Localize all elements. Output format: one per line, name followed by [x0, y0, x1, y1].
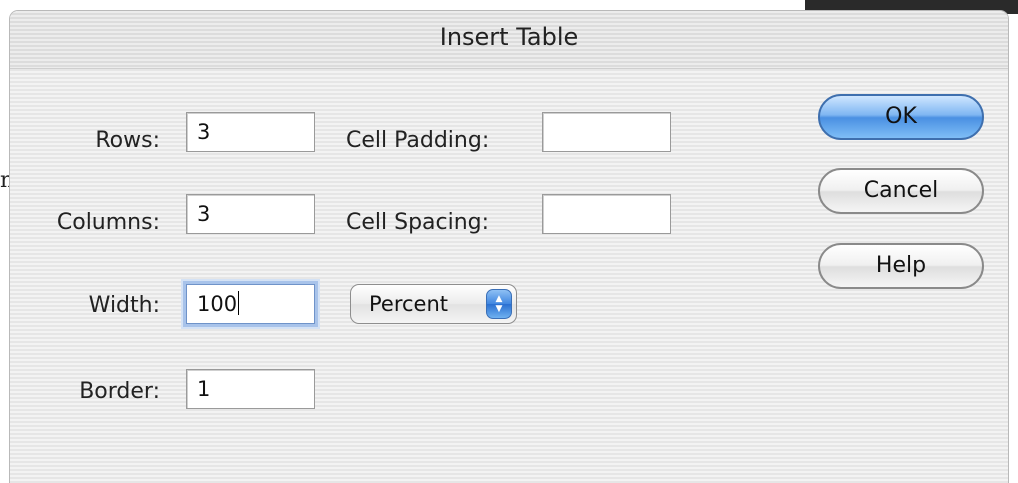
text-caret — [238, 291, 240, 315]
width-input-value: 100 — [197, 292, 238, 316]
rows-input[interactable]: 3 — [186, 112, 315, 152]
width-input[interactable]: 100 — [186, 284, 315, 324]
border-input[interactable]: 1 — [186, 369, 315, 409]
cell-padding-label: Cell Padding: — [346, 128, 490, 153]
dialog-titlebar[interactable]: Insert Table — [10, 11, 1008, 69]
ok-button[interactable]: OK — [818, 94, 984, 140]
dialog-title: Insert Table — [439, 23, 579, 51]
cancel-button[interactable]: Cancel — [818, 168, 984, 214]
columns-label: Columns: — [56, 210, 160, 235]
rows-label: Rows: — [95, 128, 160, 153]
cell-spacing-label: Cell Spacing: — [346, 210, 490, 235]
width-unit-select[interactable]: Percent ▲ ▼ — [350, 284, 517, 324]
cell-padding-input[interactable] — [542, 112, 671, 152]
insert-table-dialog: Insert Table Rows: Columns: Width: Borde… — [10, 11, 1008, 483]
help-button[interactable]: Help — [818, 243, 984, 289]
border-label: Border: — [79, 379, 160, 404]
columns-input[interactable]: 3 — [186, 194, 315, 234]
updown-arrows-icon: ▲ ▼ — [486, 289, 512, 319]
width-label: Width: — [88, 293, 160, 318]
cell-spacing-input[interactable] — [542, 194, 671, 234]
width-unit-value: Percent — [369, 292, 449, 316]
